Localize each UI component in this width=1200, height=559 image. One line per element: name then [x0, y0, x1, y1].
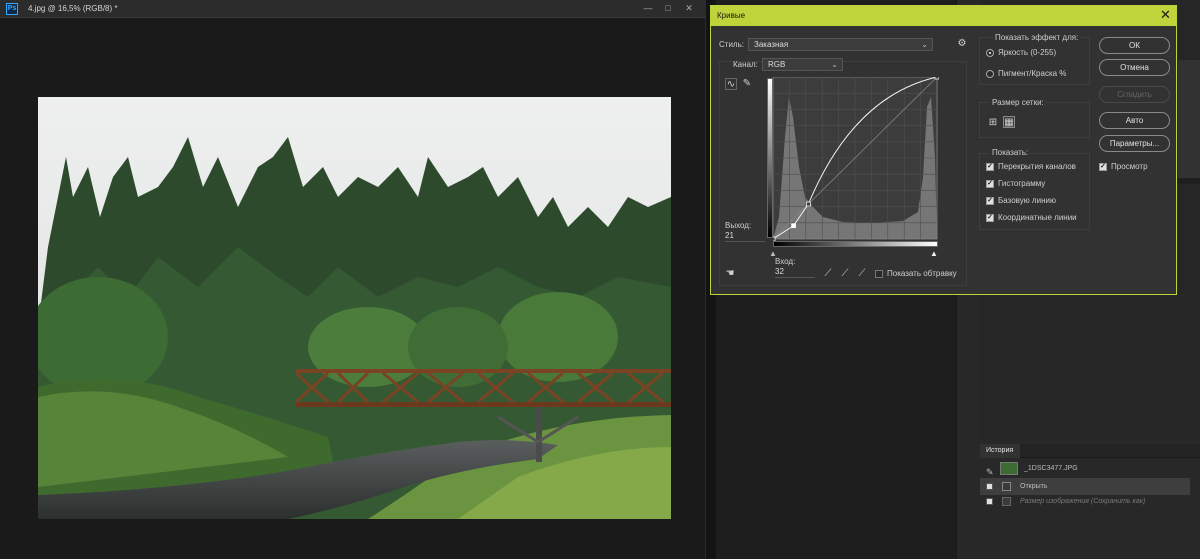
baseline-label: Базовую линию	[998, 196, 1056, 205]
history-snapshot[interactable]: ✎ _1DSC3477.JPG	[980, 460, 1190, 478]
style-select[interactable]: Заказная ⌄	[748, 38, 933, 51]
history-item-label: Размер изображения (Сохранить как)	[1020, 498, 1146, 505]
document-icon	[1002, 482, 1011, 491]
landscape-photo	[38, 97, 671, 519]
history-item[interactable]: Размер изображения (Сохранить как)	[980, 493, 1190, 510]
grid-fine-icon[interactable]: ▦	[1003, 116, 1015, 128]
curves-dialog: Кривые ✕ Стиль: Заказная ⌄ ⚙ Канал: RGB …	[710, 5, 1177, 295]
brightness-radio[interactable]	[986, 49, 994, 57]
curves-graph[interactable]	[773, 77, 939, 241]
brightness-radio-label: Яркость (0-255)	[998, 48, 1057, 57]
show-clipping-label: Показать обтравку	[887, 269, 957, 278]
grid-coarse-icon[interactable]: ⊞	[987, 117, 999, 129]
pigment-radio[interactable]	[986, 70, 994, 78]
document-title[interactable]: 4.jpg @ 16,5% (RGB/8) *	[28, 4, 118, 13]
curve-point[interactable]	[791, 223, 796, 229]
gear-icon[interactable]: ⚙	[956, 38, 968, 50]
show-effect-label: Показать эффект для:	[993, 33, 1081, 42]
chevron-down-icon: ⌄	[921, 40, 928, 49]
input-field[interactable]: 32	[775, 267, 815, 278]
dialog-titlebar[interactable]	[711, 6, 1176, 26]
grid-size-label: Размер сетки:	[990, 98, 1046, 107]
show-clipping-checkbox[interactable]	[875, 270, 883, 278]
pencil-icon[interactable]: ✎	[741, 78, 753, 90]
input-label: Вход:	[775, 257, 796, 266]
auto-button[interactable]: Авто	[1099, 112, 1170, 129]
gray-eyedropper-icon[interactable]: ⟋	[839, 268, 851, 280]
dialog-title: Кривые	[717, 11, 746, 20]
baseline-checkbox[interactable]: ✓	[986, 197, 994, 205]
history-checkbox[interactable]	[986, 483, 993, 490]
channel-select[interactable]: RGB ⌄	[762, 58, 843, 71]
photo-canvas[interactable]	[38, 97, 671, 519]
histogram-checkbox[interactable]: ✓	[986, 180, 994, 188]
curve-point[interactable]	[805, 201, 811, 207]
white-point-slider[interactable]: ▲	[930, 249, 938, 258]
channel-select-value: RGB	[768, 60, 786, 69]
style-label: Стиль:	[719, 40, 744, 49]
input-gradient	[773, 241, 938, 247]
preview-checkbox[interactable]: ✓	[1099, 163, 1107, 171]
maximize-icon[interactable]: □	[659, 2, 677, 15]
curve-tool-icon[interactable]: ∿	[725, 78, 737, 90]
intersection-lines-checkbox[interactable]: ✓	[986, 214, 994, 222]
channel-overlays-checkbox[interactable]: ✓	[986, 163, 994, 171]
snapshot-thumbnail	[1000, 462, 1018, 475]
snapshot-label: _1DSC3477.JPG	[1024, 465, 1078, 472]
channel-overlays-label: Перекрытия каналов	[998, 162, 1076, 171]
white-eyedropper-icon[interactable]: ⟋	[856, 268, 868, 280]
options-button[interactable]: Параметры...	[1099, 135, 1170, 152]
curve-point[interactable]	[934, 77, 939, 80]
document-icon	[1002, 497, 1011, 506]
smooth-button[interactable]: Сгладить	[1099, 86, 1170, 103]
target-adjust-icon[interactable]: ☚	[724, 268, 736, 280]
preview-label: Просмотр	[1111, 162, 1148, 171]
panel-scrollbar[interactable]	[1178, 60, 1200, 180]
style-select-value: Заказная	[754, 40, 789, 49]
chevron-down-icon: ⌄	[831, 60, 838, 69]
pigment-radio-label: Пигмент/Краска %	[998, 69, 1067, 78]
close-icon[interactable]: ✕	[1160, 8, 1171, 22]
output-field[interactable]: 21	[725, 231, 765, 242]
tab-history[interactable]: История	[980, 444, 1020, 458]
channel-label: Канал:	[733, 60, 758, 69]
cancel-button[interactable]: Отмена	[1099, 59, 1170, 76]
histogram-label: Гистограмму	[998, 179, 1046, 188]
history-checkbox[interactable]	[986, 498, 993, 505]
photoshop-icon: Ps	[6, 3, 18, 15]
close-icon[interactable]: ✕	[680, 2, 698, 15]
minimize-icon[interactable]: —	[639, 2, 657, 15]
black-eyedropper-icon[interactable]: ⟋	[822, 268, 834, 280]
ok-button[interactable]: ОК	[1099, 37, 1170, 54]
intersection-lines-label: Координатные линии	[998, 213, 1077, 222]
show-options-label: Показать:	[990, 148, 1031, 157]
output-label: Выход:	[725, 221, 752, 230]
